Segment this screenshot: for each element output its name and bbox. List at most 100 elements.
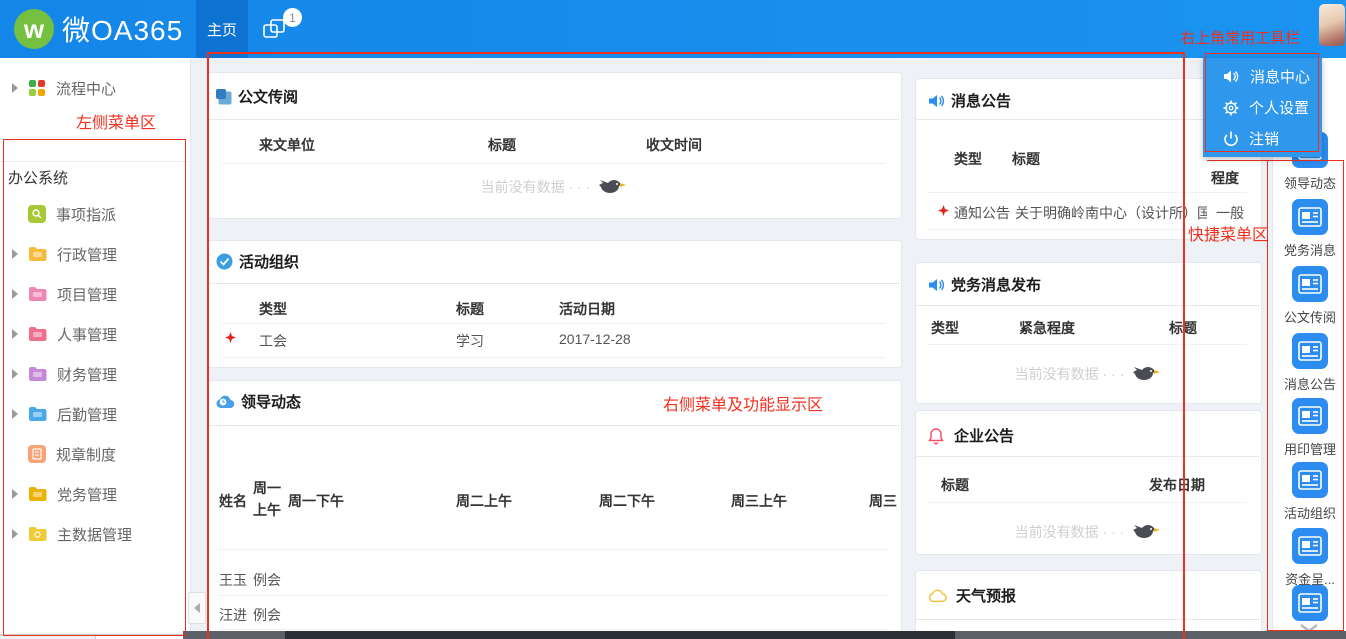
panel-party-messages: 党务消息发布 类型 紧急程度 标题 当前没有数据 · · · [915, 262, 1262, 404]
sidebar-item-process-center[interactable]: 流程中心 [0, 68, 190, 108]
annotation-line-main-top [207, 52, 1184, 54]
panel-title-row: 党务消息发布 [928, 274, 1041, 295]
caret-left-icon [194, 603, 200, 613]
panel-title-row: 企业公告 [928, 425, 1014, 446]
annotation-toolbar: 右上角常用工具栏 [1180, 30, 1301, 47]
cloud-clock-icon [216, 395, 235, 409]
annotation-quick-menu: 快捷菜单区 [1188, 227, 1269, 244]
annotation-main-area: 右侧菜单及功能显示区 [663, 397, 824, 414]
top-bar: w 微OA365 主页 1 [0, 0, 1346, 58]
column-header: 周一上午 [253, 480, 281, 518]
divider [218, 549, 889, 550]
empty-text: 当前没有数据 · · · [1014, 524, 1125, 540]
annotation-box-quick-menu [1267, 160, 1344, 631]
red-star-icon [938, 205, 949, 216]
column-header: 周二下午 [599, 493, 655, 509]
divider [222, 357, 885, 358]
divider [208, 425, 899, 426]
logo-icon: w [14, 9, 54, 49]
column-header: 周三 [869, 493, 897, 509]
annotation-box-dropdown [1205, 53, 1319, 152]
panel-title-row: 领导动态 [216, 391, 301, 412]
red-star-icon [225, 332, 236, 343]
column-header: 姓名 [219, 493, 247, 509]
doc-square-icon [216, 88, 232, 104]
speaker-icon [929, 278, 945, 291]
column-header: 活动日期 [559, 301, 615, 317]
panel-title: 领导动态 [241, 394, 302, 411]
divider [916, 456, 1259, 457]
column-header: 周二上午 [456, 493, 512, 509]
panel-leader-updates: 领导动态 姓名 周一上午 周一下午 周二上午 周二下午 周三上午 周三 王玉 例… [207, 380, 902, 639]
notification-badge[interactable]: 1 [283, 8, 302, 27]
panel-title: 天气预报 [956, 588, 1017, 605]
column-header: 类型 [931, 320, 959, 336]
tab-home[interactable]: 主页 [196, 0, 248, 58]
check-circle-icon [216, 253, 233, 270]
cell-name: 汪进 [219, 607, 247, 623]
cell-level: 一般 [1216, 205, 1244, 221]
divider [208, 119, 899, 120]
app-logo: w 微OA365 [14, 9, 183, 49]
scrollbar-thumb[interactable] [285, 631, 955, 639]
empty-state: 当前没有数据 · · · [208, 176, 901, 198]
panel-title-row: 天气预报 [928, 585, 1016, 606]
divider [222, 323, 885, 324]
panel-document-circulation: 公文传阅 来文单位 标题 收文时间 当前没有数据 · · · [207, 72, 902, 219]
panel-title-row: 公文传阅 [216, 86, 298, 107]
column-header: 收文时间 [646, 137, 702, 153]
cell-schedule: 例会 [253, 607, 281, 623]
process-center-icon [28, 79, 46, 97]
empty-text: 当前没有数据 · · · [1014, 366, 1125, 382]
panel-title: 企业公告 [954, 428, 1015, 445]
sidebar-item-label: 流程中心 [56, 80, 117, 98]
column-header: 标题 [488, 137, 516, 153]
cell-title: 关于明确岭南中心（设计所）国有... [1015, 205, 1207, 221]
divider [208, 283, 899, 284]
user-avatar[interactable] [1319, 4, 1345, 46]
panel-weather-forecast: 天气预报 [915, 570, 1262, 639]
oa-dashboard: w 微OA365 主页 1 流程中心 办公系统 事项指派 行政管理 项目管理 人… [0, 0, 1346, 639]
annotation-line-quick-top [1207, 160, 1267, 161]
panel-corporate-notices: 企业公告 标题 发布日期 当前没有数据 · · · [915, 410, 1262, 555]
cell-title: 学习 [456, 333, 484, 349]
cell-type: 通知公告 [954, 205, 1010, 221]
caret-right-icon [12, 83, 18, 93]
column-header: 紧急程度 [1019, 320, 1075, 336]
panel-title-row: 活动组织 [216, 251, 299, 272]
column-header: 类型 [954, 151, 982, 167]
panel-activity-organization: 活动组织 类型 标题 活动日期 工会 学习 2017-12-28 [207, 240, 902, 368]
cell-type: 工会 [259, 333, 287, 349]
divider [218, 595, 889, 596]
logo-text: 微OA365 [62, 15, 184, 46]
divider [222, 163, 885, 164]
horizontal-scrollbar[interactable] [183, 631, 1346, 639]
column-header: 标题 [456, 301, 484, 317]
speaker-icon [929, 94, 945, 107]
bell-icon [928, 427, 944, 444]
cell-date: 2017-12-28 [559, 331, 631, 347]
empty-text: 当前没有数据 · · · [480, 179, 591, 195]
sidebar-collapse-handle[interactable] [188, 592, 206, 624]
divider [928, 502, 1247, 503]
bird-icon [599, 180, 627, 193]
empty-state: 当前没有数据 · · · [916, 363, 1261, 385]
divider [218, 629, 889, 630]
annotation-left-menu: 左侧菜单区 [76, 115, 157, 132]
divider [928, 192, 1247, 193]
empty-state: 当前没有数据 · · · [916, 521, 1261, 543]
panel-title: 消息公告 [951, 93, 1012, 110]
panel-title: 公文传阅 [238, 89, 299, 106]
cell-name: 王玉 [219, 572, 247, 588]
column-header: 程度 [1211, 170, 1239, 186]
divider [928, 344, 1247, 345]
divider [916, 619, 1259, 620]
divider [916, 305, 1259, 306]
panel-title: 活动组织 [239, 254, 300, 271]
bird-icon [1133, 525, 1161, 538]
column-header: 发布日期 [1149, 477, 1205, 493]
panel-title-row: 消息公告 [928, 90, 1011, 111]
cell-schedule: 例会 [253, 572, 281, 588]
annotation-line-main-left [207, 52, 209, 639]
annotation-box-left-menu [3, 139, 186, 636]
